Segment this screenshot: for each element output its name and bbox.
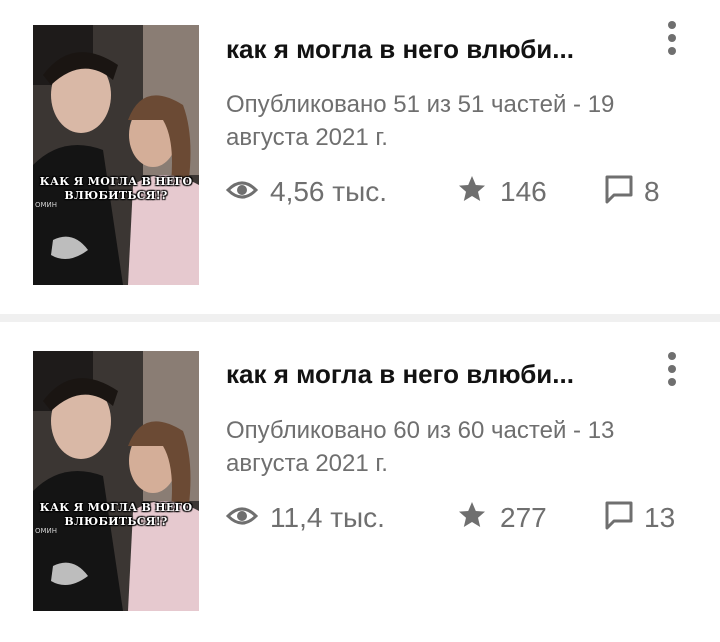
story-cover-image[interactable]: КАК Я МОГЛА В НЕГО ВЛЮБИТЬСЯ!? ОМИН — [33, 351, 199, 611]
story-title[interactable]: как я могла в него влюби... — [226, 358, 636, 390]
votes-stat: 277 — [458, 498, 547, 538]
more-vertical-icon — [668, 352, 676, 360]
more-options-button[interactable] — [660, 349, 684, 389]
more-vertical-icon — [668, 378, 676, 386]
story-card[interactable]: КАК Я МОГЛА В НЕГО ВЛЮБИТЬСЯ!? ОМИН как … — [0, 322, 720, 642]
comments-stat: 8 — [604, 172, 660, 212]
story-card[interactable]: КАК Я МОГЛА В НЕГО ВЛЮБИТЬСЯ!? ОМИН как … — [0, 0, 720, 314]
story-title[interactable]: как я могла в него влюби... — [226, 33, 636, 65]
story-stats: 11,4 тыс. 277 13 — [225, 498, 696, 538]
cover-caption-line: ВЛЮБИТЬСЯ!? — [64, 189, 168, 202]
views-count: 11,4 тыс. — [270, 502, 385, 533]
cover-artwork — [33, 351, 199, 611]
cover-side-text: ОМИН — [35, 201, 58, 209]
comments-count: 13 — [644, 502, 676, 533]
more-vertical-icon — [668, 21, 676, 29]
story-cover-image[interactable]: КАК Я МОГЛА В НЕГО ВЛЮБИТЬСЯ!? ОМИН — [33, 25, 199, 285]
votes-stat: 146 — [458, 172, 547, 212]
more-options-button[interactable] — [660, 18, 684, 58]
star-icon — [458, 501, 486, 536]
views-count: 4,56 тыс. — [270, 176, 388, 207]
comment-icon — [604, 174, 634, 211]
comments-count: 8 — [644, 176, 660, 207]
votes-count: 146 — [500, 176, 547, 207]
more-vertical-icon — [668, 34, 676, 42]
cover-caption-line: КАК Я МОГЛА В НЕГО — [39, 175, 193, 188]
comment-icon — [604, 500, 634, 537]
views-stat: 4,56 тыс. — [225, 172, 388, 212]
more-vertical-icon — [668, 47, 676, 55]
star-icon — [458, 175, 486, 210]
cover-caption-line: КАК Я МОГЛА В НЕГО — [39, 501, 193, 514]
more-vertical-icon — [668, 365, 676, 373]
cover-title-text: КАК Я МОГЛА В НЕГО ВЛЮБИТЬСЯ!? — [33, 501, 199, 529]
cover-title-text: КАК Я МОГЛА В НЕГО ВЛЮБИТЬСЯ!? — [33, 175, 199, 203]
votes-count: 277 — [500, 502, 547, 533]
eye-icon — [225, 176, 259, 208]
cover-caption-line: ВЛЮБИТЬСЯ!? — [64, 515, 168, 528]
story-stats: 4,56 тыс. 146 8 — [225, 172, 696, 212]
comments-stat: 13 — [604, 498, 675, 538]
views-stat: 11,4 тыс. — [225, 498, 385, 538]
cover-artwork — [33, 25, 199, 285]
story-publish-info: Опубликовано 60 из 60 частей - 13 август… — [226, 417, 615, 477]
story-list: КАК Я МОГЛА В НЕГО ВЛЮБИТЬСЯ!? ОМИН как … — [0, 0, 720, 642]
cover-side-text: ОМИН — [35, 527, 58, 535]
story-publish-info: Опубликовано 51 из 51 частей - 19 август… — [226, 91, 615, 151]
eye-icon — [225, 502, 259, 534]
